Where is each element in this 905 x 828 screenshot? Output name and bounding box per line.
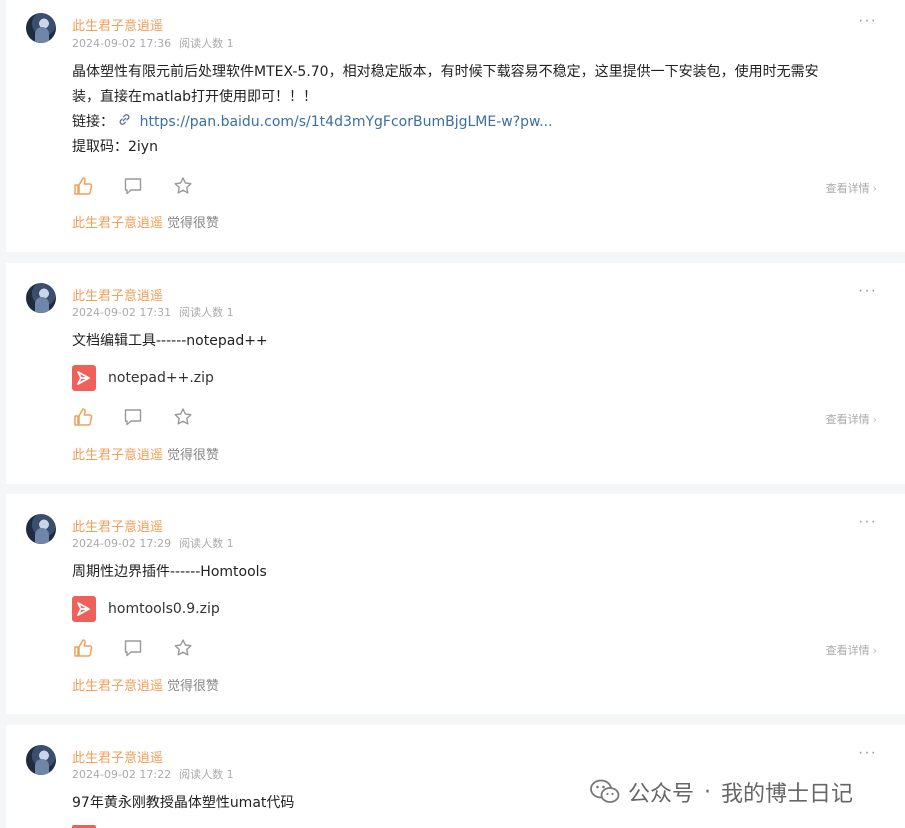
liker-name[interactable]: 此生君子意逍遥 (72, 448, 163, 463)
view-detail-link[interactable]: 查看详情 › (826, 180, 877, 196)
comment-icon[interactable] (122, 175, 144, 197)
watermark: 公众号 · 我的博士日记 (590, 776, 853, 808)
view-detail-label: 查看详情 (825, 644, 870, 657)
like-summary: 此生君子意逍遥 觉得很赞 (72, 675, 219, 694)
avatar[interactable] (26, 745, 56, 775)
read-count: 阅读人数 1 (179, 537, 234, 550)
view-detail-label: 查看详情 (825, 413, 870, 426)
file-icon (72, 596, 96, 622)
star-icon[interactable] (172, 406, 194, 428)
chevron-right-icon: › (872, 644, 877, 657)
like-summary: 此生君子意逍遥 觉得很赞 (72, 444, 219, 463)
post-date: 2024-09-02 17:36 (72, 37, 172, 50)
post-card: 此生君子意逍遥 2024-09-02 17:29 阅读人数 1 ··· 周期性边界… (6, 494, 905, 714)
comment-icon[interactable] (122, 406, 144, 428)
post-card: 此生君子意逍遥 2024-09-02 17:31 阅读人数 1 ··· 文档编辑工… (6, 263, 905, 484)
read-count: 阅读人数 1 (179, 306, 234, 319)
post-meta: 2024-09-02 17:36 阅读人数 1 (72, 35, 234, 51)
like-summary: 此生君子意逍遥 觉得很赞 (72, 212, 219, 231)
view-detail-link[interactable]: 查看详情 › (826, 411, 877, 427)
like-text: 觉得很赞 (167, 679, 220, 694)
liker-name[interactable]: 此生君子意逍遥 (72, 216, 163, 231)
link-line: 链接： https://pan.baidu.com/s/1t4d3mYgFcor… (72, 110, 875, 135)
more-icon[interactable]: ··· (858, 12, 877, 30)
post-meta: 2024-09-02 17:31 阅读人数 1 (72, 304, 234, 320)
chevron-right-icon: › (872, 182, 877, 195)
more-icon[interactable]: ··· (858, 513, 877, 531)
star-icon[interactable] (172, 175, 194, 197)
read-count: 阅读人数 1 (179, 37, 234, 50)
chevron-right-icon: › (872, 413, 877, 426)
post-body: 文档编辑工具------notepad++ (72, 329, 875, 354)
author-name[interactable]: 此生君子意逍遥 (72, 285, 163, 304)
thumbs-up-icon[interactable] (72, 175, 94, 197)
thumbs-up-icon[interactable] (72, 637, 94, 659)
post-body: 周期性边界插件------Homtools (72, 560, 875, 585)
post-meta: 2024-09-02 17:22 阅读人数 1 (72, 766, 234, 782)
author-name[interactable]: 此生君子意逍遥 (72, 15, 163, 34)
file-attachment[interactable]: homtools0.9.zip (72, 596, 220, 622)
link-label: 链接： (72, 114, 114, 130)
post-text: 装，直接在matlab打开使用即可！！！ (72, 89, 318, 105)
post-date: 2024-09-02 17:31 (72, 306, 172, 319)
view-detail-link[interactable]: 查看详情 › (826, 642, 877, 658)
link-icon (118, 114, 135, 130)
watermark-account: 我的博士日记 (721, 782, 854, 807)
file-icon (72, 365, 96, 391)
post-text: 晶体塑性有限元前后处理软件MTEX-5.70，相对稳定版本，有时候下载容易不稳定… (72, 64, 819, 80)
avatar[interactable] (26, 13, 56, 43)
extract-code: 提取码：2iyn (72, 139, 158, 155)
post-body: 晶体塑性有限元前后处理软件MTEX-5.70，相对稳定版本，有时候下载容易不稳定… (72, 60, 875, 160)
post-date: 2024-09-02 17:29 (72, 537, 172, 550)
watermark-label: 公众号 (628, 782, 695, 807)
watermark-separator: · (704, 779, 712, 805)
like-text: 觉得很赞 (167, 448, 220, 463)
star-icon[interactable] (172, 637, 194, 659)
post-card: 此生君子意逍遥 2024-09-02 17:36 阅读人数 1 ··· 晶体塑性有… (6, 0, 905, 252)
action-bar (72, 637, 222, 659)
author-name[interactable]: 此生君子意逍遥 (72, 747, 163, 766)
view-detail-label: 查看详情 (825, 182, 870, 195)
file-name: homtools0.9.zip (108, 601, 220, 617)
file-attachment[interactable]: notepad++.zip (72, 365, 214, 391)
thumbs-up-icon[interactable] (72, 406, 94, 428)
read-count: 阅读人数 1 (179, 768, 234, 781)
more-icon[interactable]: ··· (858, 744, 877, 762)
avatar[interactable] (26, 514, 56, 544)
like-text: 觉得很赞 (167, 216, 220, 231)
share-link[interactable]: https://pan.baidu.com/s/1t4d3mYgFcorBumB… (140, 114, 553, 130)
avatar[interactable] (26, 283, 56, 313)
author-name[interactable]: 此生君子意逍遥 (72, 516, 163, 535)
wechat-icon (590, 779, 620, 805)
action-bar (72, 175, 222, 197)
post-meta: 2024-09-02 17:29 阅读人数 1 (72, 535, 234, 551)
more-icon[interactable]: ··· (858, 282, 877, 300)
file-name: notepad++.zip (108, 370, 214, 386)
post-date: 2024-09-02 17:22 (72, 768, 172, 781)
comment-icon[interactable] (122, 637, 144, 659)
post-text: 文档编辑工具------notepad++ (72, 333, 268, 349)
post-text: 周期性边界插件------Homtools (72, 564, 267, 580)
liker-name[interactable]: 此生君子意逍遥 (72, 679, 163, 694)
action-bar (72, 406, 222, 428)
